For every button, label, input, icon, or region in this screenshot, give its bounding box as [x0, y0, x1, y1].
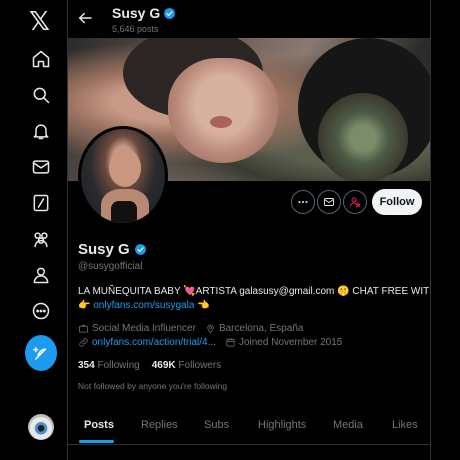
tab-highlights[interactable]: Highlights	[258, 419, 306, 431]
following-link[interactable]: 354 Following	[78, 360, 140, 371]
location-pin-icon	[207, 324, 214, 333]
bio-line-1: LA MUÑEQUITA BABY 💘ARTISTA galasusy@gmai…	[78, 286, 431, 297]
profile-tabs: Posts Replies Subs Highlights Media Like…	[68, 409, 430, 445]
followers-link[interactable]: 469K Followers	[152, 360, 221, 371]
location-item: Barcelona, España	[205, 323, 303, 334]
subscribe-user-icon	[350, 197, 361, 208]
account-avatar[interactable]	[28, 414, 54, 440]
bio-line-2: 👉 onlyfans.com/susygala 👈	[78, 300, 210, 311]
verified-badge-icon[interactable]	[134, 243, 147, 256]
tab-likes[interactable]: Likes	[392, 419, 418, 431]
active-tab-indicator	[79, 440, 114, 443]
home-icon[interactable]	[25, 43, 57, 75]
follow-stats: 354 Following 469K Followers	[78, 360, 221, 371]
bio-link[interactable]: onlyfans.com/susygala	[93, 300, 194, 311]
left-nav-rail: 𝕏	[0, 0, 68, 460]
calendar-icon	[226, 338, 235, 347]
tab-replies[interactable]: Replies	[141, 419, 178, 431]
x-logo-icon[interactable]: 𝕏	[29, 7, 50, 37]
communities-icon[interactable]	[25, 223, 57, 255]
profile-display-name: Susy G	[78, 241, 147, 258]
subscribe-button[interactable]	[343, 190, 367, 214]
profile-bio: LA MUÑEQUITA BABY 💘ARTISTA galasusy@gmai…	[78, 285, 431, 313]
profile-avatar[interactable]	[78, 126, 168, 226]
messages-icon[interactable]	[25, 151, 57, 183]
profile-meta-row-2: onlyfans.com/action/trial/4... Joined No…	[78, 337, 351, 348]
back-arrow-icon[interactable]	[76, 9, 94, 27]
header-post-count: 5,646 posts	[112, 24, 159, 34]
profile-column: Susy G 5,646 posts Follow Susy G @susygo…	[68, 0, 431, 460]
profile-handle: @susygofficial	[78, 261, 143, 272]
mutual-followers-note: Not followed by anyone you're following	[78, 381, 228, 391]
tab-posts[interactable]: Posts	[84, 419, 114, 431]
profile-meta-row-1: Social Media Influencer Barcelona, Españ…	[78, 323, 312, 334]
compose-post-button[interactable]	[25, 335, 57, 371]
website-item[interactable]: onlyfans.com/action/trial/4...	[78, 337, 216, 348]
ellipsis-icon	[298, 200, 308, 204]
verified-badge-icon	[164, 7, 176, 19]
profile-icon[interactable]	[25, 259, 57, 291]
more-options-button[interactable]	[291, 190, 315, 214]
follow-button[interactable]: Follow	[372, 189, 422, 215]
feather-plus-icon	[33, 347, 47, 360]
link-icon	[79, 338, 88, 347]
joined-item: Joined November 2015	[225, 337, 342, 348]
message-button[interactable]	[317, 190, 341, 214]
website-link[interactable]: onlyfans.com/action/trial/4...	[92, 337, 216, 348]
search-icon[interactable]	[25, 79, 57, 111]
tab-subs[interactable]: Subs	[204, 419, 229, 431]
briefcase-icon	[79, 324, 88, 333]
profile-header-bar: Susy G 5,646 posts	[68, 0, 430, 38]
grok-icon[interactable]	[25, 187, 57, 219]
more-icon[interactable]	[25, 295, 57, 327]
envelope-icon	[324, 198, 334, 206]
category-item: Social Media Influencer	[78, 323, 196, 334]
tab-media[interactable]: Media	[333, 419, 363, 431]
header-display-name: Susy G	[112, 5, 176, 21]
notifications-icon[interactable]	[25, 115, 57, 147]
